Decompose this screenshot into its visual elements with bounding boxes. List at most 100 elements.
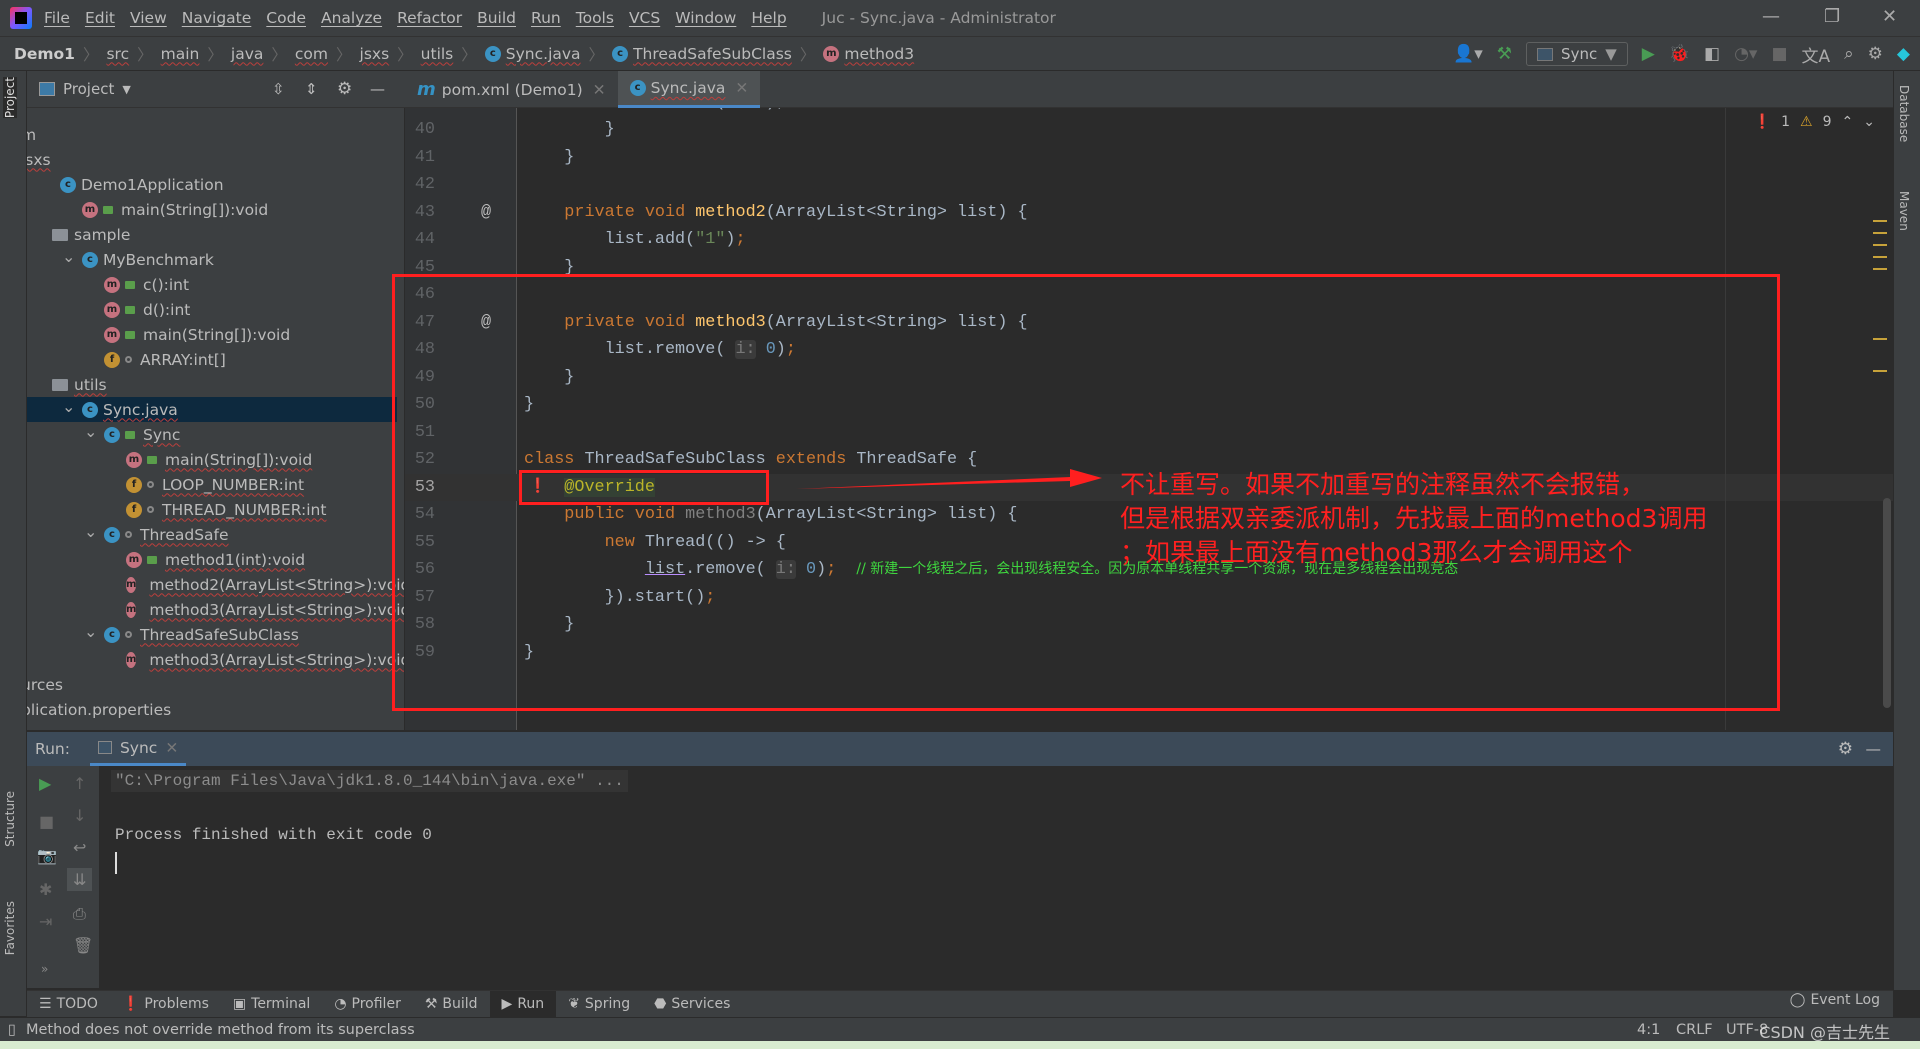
tree-item[interactable]: jsxs: [27, 147, 391, 172]
exit-icon[interactable]: ⇥: [39, 912, 52, 931]
more-icon[interactable]: »: [41, 962, 48, 976]
tree-item[interactable]: ⌄ c MyBenchmark: [27, 247, 397, 272]
build-hammer-icon[interactable]: ⚒: [1497, 44, 1512, 64]
hide-icon[interactable]: —: [1866, 740, 1882, 758]
menu-item-refactor[interactable]: Refactor: [397, 9, 462, 27]
tool-window-run[interactable]: ▶ Run: [489, 990, 557, 1018]
code-line[interactable]: 44 list.add("1");: [405, 226, 1893, 254]
chevron-up-icon[interactable]: ⌃: [1842, 114, 1854, 130]
scroll-to-end-icon[interactable]: ⇊: [67, 868, 93, 891]
search-icon[interactable]: ⌕: [1844, 44, 1854, 64]
menu-item-analyze[interactable]: Analyze: [321, 9, 382, 27]
minimize-button[interactable]: —: [1762, 6, 1780, 27]
tree-item[interactable]: m method3(ArrayList<String>):void: [27, 597, 404, 622]
code-line[interactable]: 43 @ private void method2(ArrayList<Strin…: [405, 199, 1893, 227]
menu-item-build[interactable]: Build: [477, 9, 516, 27]
tree-item[interactable]: m method2(ArrayList<String>):void: [27, 572, 404, 597]
inspection-widget[interactable]: ❗ 1 ⚠ 9 ⌃ ⌄: [1754, 114, 1875, 130]
breadcrumb-item[interactable]: 〉 main: [129, 43, 199, 65]
tree-item[interactable]: m main(String[]):void: [27, 322, 397, 347]
tree-item[interactable]: m main(String[]):void: [27, 197, 397, 222]
tree-item[interactable]: ⌄ c Sync.java: [27, 397, 397, 422]
tree-item[interactable]: f LOOP_NUMBER:int: [27, 472, 397, 497]
menu-item-file[interactable]: File: [44, 9, 70, 27]
tool-window-build[interactable]: ⚒ Build: [413, 991, 490, 1018]
database-side-tab[interactable]: Database: [1897, 85, 1911, 142]
tree-item[interactable]: plication.properties: [27, 697, 391, 722]
chevron-down-icon[interactable]: ▼: [122, 83, 130, 96]
debug-icon[interactable]: 🐞: [1669, 44, 1690, 64]
code-line[interactable]: 39 method3(list); //: [405, 108, 1893, 116]
profile-icon[interactable]: ◔▾: [1734, 44, 1757, 64]
chevron-down-icon[interactable]: ⌄: [62, 397, 75, 416]
favorites-side-tab[interactable]: Favorites: [3, 901, 17, 955]
tree-item[interactable]: c Demo1Application: [27, 172, 397, 197]
caret-position[interactable]: 4:1: [1637, 1022, 1660, 1038]
chevron-down-icon[interactable]: ⌄: [1863, 114, 1875, 130]
run-tab-sync[interactable]: Sync ✕: [89, 732, 187, 766]
project-panel-title[interactable]: Project: [63, 80, 114, 98]
tool-window-profiler[interactable]: ◔ Profiler: [322, 991, 413, 1018]
tree-item[interactable]: m method1(int):void: [27, 547, 397, 572]
restore-button[interactable]: ❐: [1824, 6, 1840, 27]
close-tab-icon[interactable]: ✕: [735, 79, 748, 97]
expand-all-icon[interactable]: ⇳: [272, 80, 285, 98]
panel-toggle-icon[interactable]: ▯: [8, 1022, 16, 1038]
menu-item-help[interactable]: Help: [751, 9, 786, 27]
tab-sync-java[interactable]: c Sync.java ✕: [617, 71, 761, 108]
editor-scrollbar[interactable]: [1883, 498, 1891, 708]
chevron-down-icon[interactable]: ⌄: [84, 622, 97, 641]
tree-item[interactable]: sample: [27, 222, 397, 247]
code-line[interactable]: 42: [405, 171, 1893, 199]
stop-icon[interactable]: ■: [1771, 44, 1787, 64]
hide-icon[interactable]: —: [370, 80, 385, 98]
print-icon[interactable]: ⎙: [73, 904, 86, 924]
tree-item[interactable]: f ARRAY:int[]: [27, 347, 397, 372]
coverage-icon[interactable]: ◧: [1704, 44, 1720, 64]
tree-item[interactable]: m c():int: [27, 272, 397, 297]
run-console[interactable]: ▶ ■ 📷 ✱ ⇥ » ↑ ↓ ↩ ⇊ ⎙ 🗑 "C:\Program File…: [27, 766, 1893, 988]
menu-item-vcs[interactable]: VCS: [629, 9, 660, 27]
code-line[interactable]: 41 }: [405, 144, 1893, 172]
tree-item[interactable]: ⌄ c ThreadSafe: [27, 522, 397, 547]
close-button[interactable]: ✕: [1882, 6, 1897, 27]
soft-wrap-icon[interactable]: ↩: [73, 838, 86, 857]
breadcrumb-item[interactable]: 〉 java: [199, 43, 263, 65]
tree-item[interactable]: ⌄ c ThreadSafeSubClass: [27, 622, 397, 647]
stop-icon[interactable]: ■: [39, 812, 54, 831]
gear-icon[interactable]: ⚙: [1838, 739, 1853, 759]
tool-window-problems[interactable]: ❗ Problems: [110, 991, 221, 1018]
gear-icon[interactable]: ⚙: [337, 79, 352, 99]
breadcrumb-item[interactable]: Demo1: [14, 45, 75, 63]
tab-pom-xml[interactable]: m pom.xml (Demo1) ✕: [405, 71, 618, 108]
breadcrumb-item[interactable]: 〉 c Sync.java: [453, 43, 580, 65]
up-arrow-icon[interactable]: ↑: [73, 774, 86, 793]
tree-item[interactable]: f THREAD_NUMBER:int: [27, 497, 397, 522]
line-separator[interactable]: CRLF: [1676, 1022, 1713, 1038]
toolbox-icon[interactable]: ◆: [1897, 44, 1910, 64]
tree-item[interactable]: m main(String[]):void: [27, 447, 397, 472]
warning-stripes[interactable]: [1873, 220, 1887, 280]
breadcrumb-item[interactable]: 〉 c ThreadSafeSubClass: [581, 43, 792, 65]
tool-window-spring[interactable]: ❦ Spring: [556, 991, 642, 1018]
rerun-icon[interactable]: ▶: [39, 774, 51, 793]
tree-item[interactable]: ⌄ c Sync: [27, 422, 397, 447]
tree-item[interactable]: m method3(ArrayList<String>):void: [27, 647, 404, 672]
chevron-down-icon[interactable]: ⌄: [62, 247, 75, 266]
menu-item-run[interactable]: Run: [531, 9, 561, 27]
tree-item[interactable]: m d():int: [27, 297, 397, 322]
breadcrumb-item[interactable]: 〉 com: [263, 43, 328, 65]
tree-item[interactable]: utils: [27, 372, 397, 397]
translate-icon[interactable]: 文A: [1802, 42, 1831, 67]
menu-item-tools[interactable]: Tools: [576, 9, 614, 27]
menu-item-view[interactable]: View: [130, 9, 167, 27]
structure-side-tab[interactable]: Structure: [3, 791, 17, 847]
tool-window-services[interactable]: ⬣ Services: [642, 991, 742, 1018]
event-log-button[interactable]: ◯ Event Log: [1790, 992, 1880, 1008]
user-icon[interactable]: 👤▾: [1453, 44, 1483, 64]
run-icon[interactable]: ▶: [1642, 44, 1655, 64]
breadcrumb-item[interactable]: 〉 utils: [389, 43, 453, 65]
trash-icon[interactable]: 🗑: [73, 936, 93, 955]
collapse-all-icon[interactable]: ⇕: [305, 80, 318, 98]
tool-window-todo[interactable]: ☰ TODO: [27, 991, 110, 1018]
